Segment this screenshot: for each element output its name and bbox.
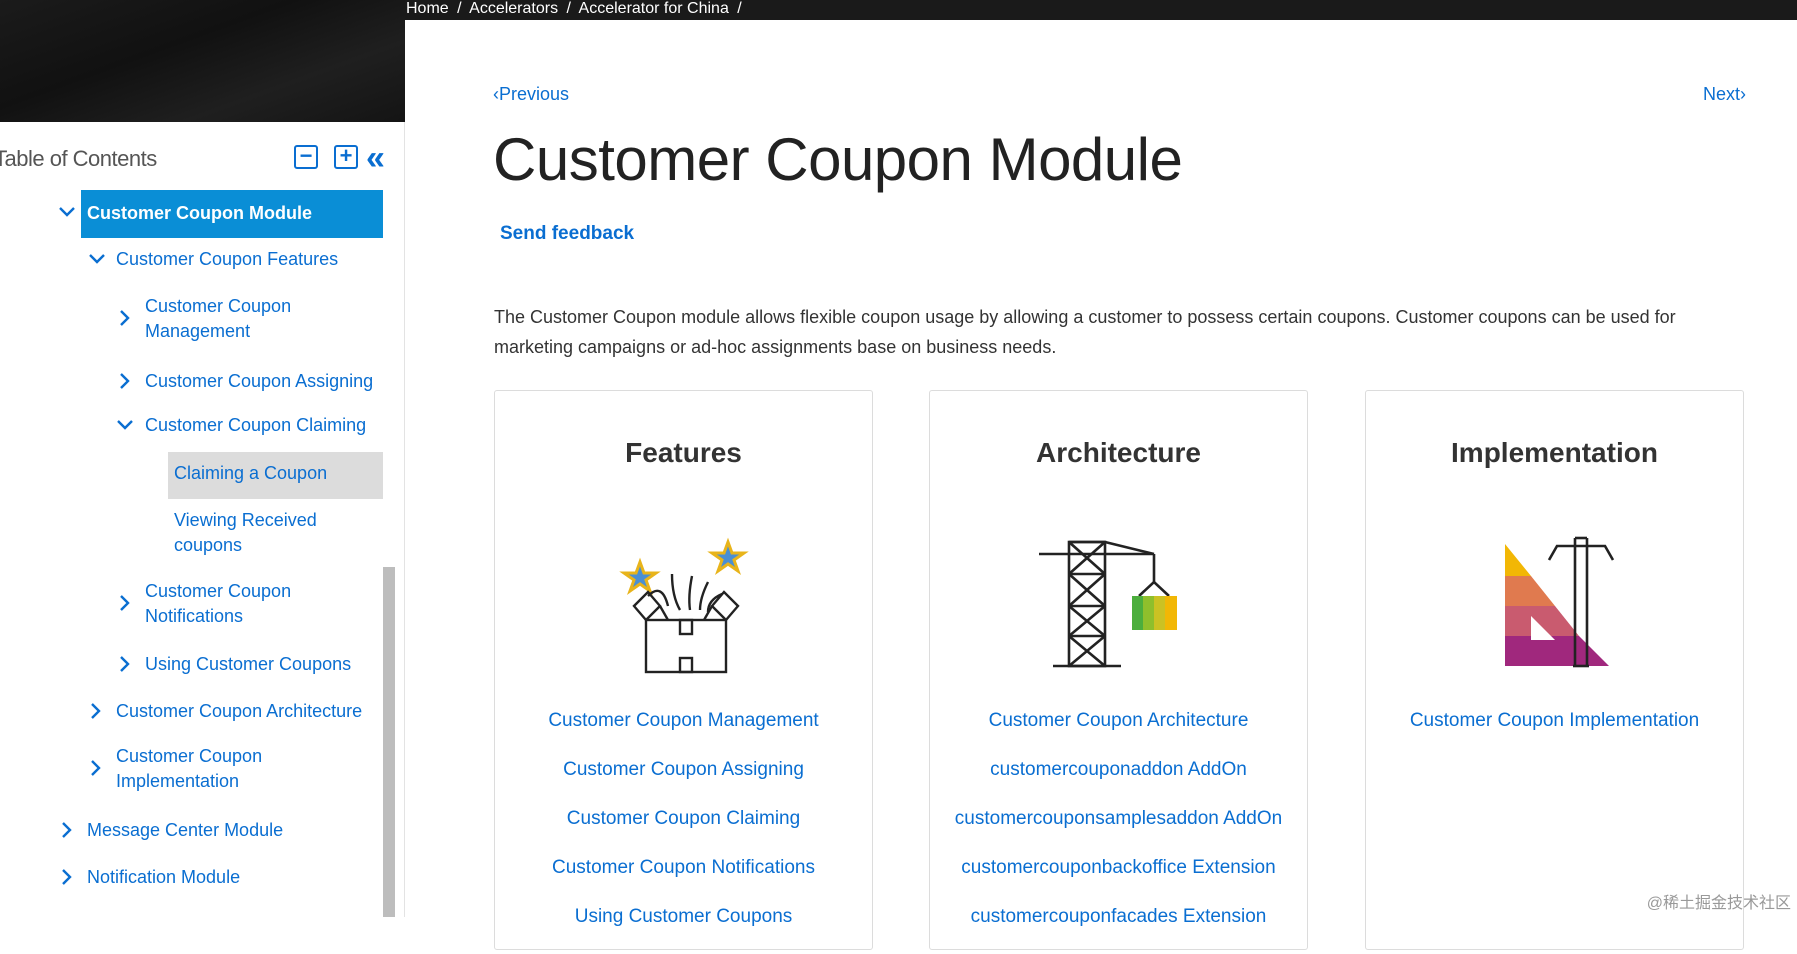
- card-title: Implementation: [1366, 437, 1743, 469]
- toc-item-using[interactable]: Using Customer Coupons: [145, 652, 351, 677]
- breadcrumb-separator: /: [567, 0, 571, 17]
- chevron-down-icon[interactable]: [58, 206, 76, 218]
- toc-item-customer-coupon-module[interactable]: Customer Coupon Module: [81, 190, 383, 238]
- toc-item-label: Customer Coupon: [145, 294, 291, 319]
- toc-item-viewing-received[interactable]: Viewing Received coupons: [174, 508, 317, 558]
- next-label: Next: [1703, 84, 1740, 104]
- hide-toc-icon[interactable]: «: [366, 139, 377, 178]
- crane-icon: [930, 516, 1307, 676]
- breadcrumb-separator: /: [457, 0, 461, 17]
- breadcrumb-separator: /: [737, 0, 741, 17]
- chevron-right-icon[interactable]: [119, 372, 131, 390]
- breadcrumb-home[interactable]: Home: [406, 0, 449, 17]
- toc-item-label: Viewing Received: [174, 508, 317, 533]
- implementation-card: Implementation Customer Coupon Implement…: [1365, 390, 1744, 950]
- intro-paragraph: The Customer Coupon module allows flexib…: [494, 302, 1754, 362]
- toc-item-assigning[interactable]: Customer Coupon Assigning: [145, 369, 373, 394]
- ruler-triangle-icon: [1366, 516, 1743, 676]
- architecture-link[interactable]: customercouponbackoffice Extension: [930, 856, 1307, 905]
- toc-scrollbar[interactable]: [383, 567, 395, 917]
- toc-item-management[interactable]: Customer Coupon Management: [145, 294, 291, 344]
- previous-link[interactable]: ‹Previous: [493, 84, 569, 105]
- card-links: Customer Coupon Implementation: [1366, 709, 1743, 758]
- toc-item-claiming[interactable]: Customer Coupon Claiming: [145, 413, 366, 438]
- card-title: Features: [495, 437, 872, 469]
- site-header-image: [0, 0, 405, 122]
- toc-item-label: Notifications: [145, 604, 291, 629]
- toc-item-label: Management: [145, 319, 291, 344]
- implementation-link[interactable]: Customer Coupon Implementation: [1366, 709, 1743, 758]
- toc-item-notification-module[interactable]: Notification Module: [87, 865, 240, 890]
- previous-label: Previous: [499, 84, 569, 104]
- chevron-down-icon[interactable]: [116, 419, 134, 431]
- toc-item-message-center[interactable]: Message Center Module: [87, 818, 283, 843]
- features-card: Features Customer Coupon Management Cust…: [494, 390, 873, 950]
- chevron-right-icon[interactable]: [119, 309, 131, 327]
- card-links: Customer Coupon Architecture customercou…: [930, 709, 1307, 954]
- chevron-down-icon[interactable]: [88, 253, 106, 265]
- features-link[interactable]: Customer Coupon Assigning: [495, 758, 872, 807]
- chevron-right-icon[interactable]: [90, 702, 102, 720]
- main-content: ‹Previous Next› Customer Coupon Module S…: [405, 20, 1797, 917]
- toc-item-features[interactable]: Customer Coupon Features: [116, 247, 338, 272]
- gift-box-stars-icon: [495, 516, 872, 676]
- chevron-right-icon[interactable]: [119, 594, 131, 612]
- features-link[interactable]: Using Customer Coupons: [495, 905, 872, 954]
- toc-title: Table of Contents: [0, 146, 157, 172]
- card-title: Architecture: [930, 437, 1307, 469]
- breadcrumb-accelerator-china[interactable]: Accelerator for China: [579, 0, 729, 17]
- architecture-link[interactable]: Customer Coupon Architecture: [930, 709, 1307, 758]
- toc-item-notifications[interactable]: Customer Coupon Notifications: [145, 579, 291, 629]
- chevron-right-icon[interactable]: [90, 759, 102, 777]
- toc-item-architecture[interactable]: Customer Coupon Architecture: [116, 699, 362, 724]
- send-feedback-link[interactable]: Send feedback: [500, 223, 634, 245]
- next-link[interactable]: Next›: [1703, 84, 1746, 105]
- breadcrumb-accelerators[interactable]: Accelerators: [469, 0, 558, 17]
- chevron-right-icon[interactable]: [61, 821, 73, 839]
- toc-item-claiming-a-coupon[interactable]: Claiming a Coupon: [168, 452, 383, 499]
- watermark: @稀土掘金技术社区: [1647, 889, 1791, 913]
- toc-item-implementation[interactable]: Customer Coupon Implementation: [116, 744, 262, 794]
- chevron-right-icon[interactable]: [119, 655, 131, 673]
- chevron-right-icon[interactable]: [61, 868, 73, 886]
- architecture-link[interactable]: customercouponfacades Extension: [930, 905, 1307, 954]
- toc-header: Table of Contents − + «: [0, 142, 405, 176]
- architecture-link[interactable]: customercouponsamplesaddon AddOn: [930, 807, 1307, 856]
- features-link[interactable]: Customer Coupon Claiming: [495, 807, 872, 856]
- card-links: Customer Coupon Management Customer Coup…: [495, 709, 872, 954]
- toc-item-label: Implementation: [116, 769, 262, 794]
- expand-all-icon[interactable]: +: [334, 145, 358, 169]
- page-title: Customer Coupon Module: [493, 125, 1182, 194]
- toc-item-label: Customer Coupon: [116, 744, 262, 769]
- architecture-card: Architecture: [929, 390, 1308, 950]
- architecture-link[interactable]: customercouponaddon AddOn: [930, 758, 1307, 807]
- chevron-right-icon: ›: [1740, 84, 1746, 104]
- features-link[interactable]: Customer Coupon Management: [495, 709, 872, 758]
- toc-item-label: coupons: [174, 533, 317, 558]
- breadcrumb: Home / Accelerators / Accelerator for Ch…: [405, 0, 1797, 20]
- table-of-contents: Table of Contents − + « Customer Coupon …: [0, 122, 405, 917]
- collapse-all-icon[interactable]: −: [294, 145, 318, 169]
- toc-item-label: Customer Coupon: [145, 579, 291, 604]
- features-link[interactable]: Customer Coupon Notifications: [495, 856, 872, 905]
